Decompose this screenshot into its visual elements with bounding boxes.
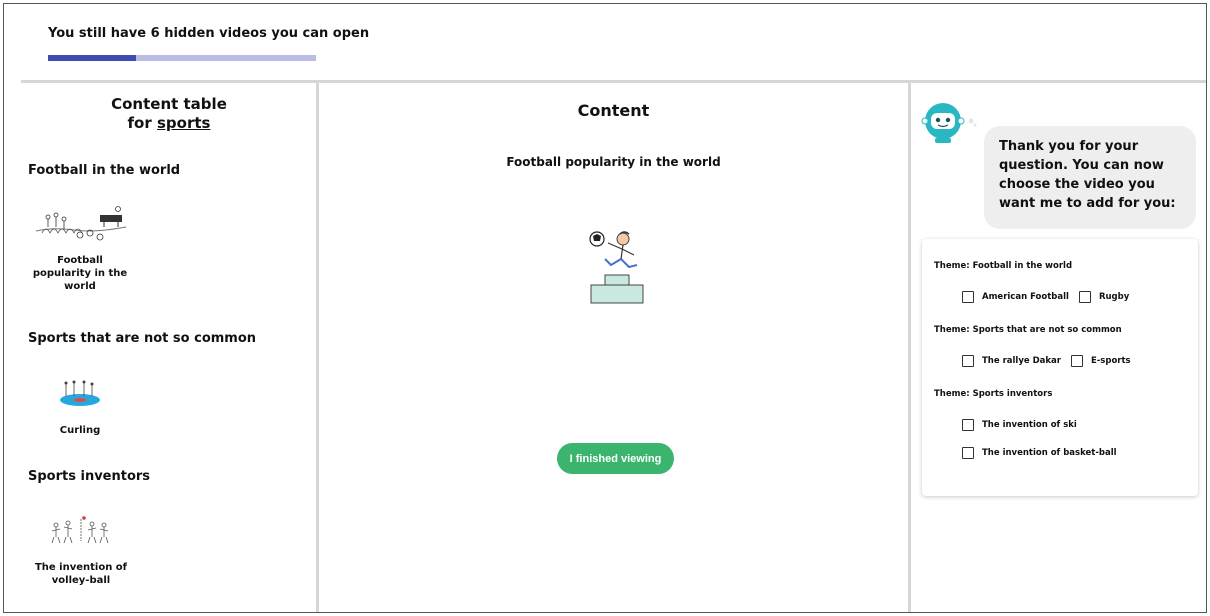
checkbox[interactable] xyxy=(1070,355,1083,367)
section-heading-sports-inventors: Sports inventors xyxy=(28,469,151,484)
toc-item-curling[interactable]: Curling xyxy=(30,424,130,437)
football-crowd-icon[interactable] xyxy=(34,203,128,249)
hidden-videos-counter: You still have 6 hidden videos you can o… xyxy=(48,26,370,41)
theme-label-uncommon-sports: Theme: Sports that are not so common xyxy=(934,325,1122,335)
progress-bar-fill xyxy=(48,55,137,61)
checkbox[interactable] xyxy=(1078,291,1091,303)
progress-bar xyxy=(48,55,316,61)
option-label: E-sports xyxy=(1090,356,1131,366)
section-heading-football: Football in the world xyxy=(28,163,181,178)
assistant-message: Thank you for your question. You can now… xyxy=(984,126,1196,229)
app-frame: You still have 6 hidden videos you can o… xyxy=(3,3,1207,613)
content-title: Content xyxy=(577,101,650,120)
checkbox[interactable] xyxy=(962,291,974,303)
option-invention-of-basketball[interactable]: The invention of basket-ball xyxy=(962,447,1117,459)
robot-icon xyxy=(921,101,977,153)
checkbox[interactable] xyxy=(962,355,974,367)
option-rugby[interactable]: Rugby xyxy=(1078,291,1130,303)
video-title: Football popularity in the world xyxy=(506,155,721,169)
football-podium-icon[interactable] xyxy=(587,229,647,313)
video-choice-card: Theme: Football in the world American Fo… xyxy=(922,239,1198,496)
option-label: The rallye Dakar xyxy=(982,356,1061,366)
content-panel: Content Football popularity in the world… xyxy=(319,83,908,612)
option-label: The invention of ski xyxy=(982,420,1077,430)
curling-icon[interactable] xyxy=(58,380,102,412)
assistant-panel: Thank you for your question. You can now… xyxy=(911,83,1206,612)
volleyball-players-icon[interactable] xyxy=(48,515,114,553)
option-american-football[interactable]: American Football xyxy=(962,291,1069,303)
theme-options-inventors-ski: The invention of ski xyxy=(962,419,1087,431)
option-label: Rugby xyxy=(1098,292,1130,302)
option-rallye-dakar[interactable]: The rallye Dakar xyxy=(962,355,1061,367)
option-e-sports[interactable]: E-sports xyxy=(1070,355,1131,367)
header: You still have 6 hidden videos you can o… xyxy=(4,4,1206,80)
option-label: The invention of basket-ball xyxy=(982,448,1117,458)
option-invention-of-ski[interactable]: The invention of ski xyxy=(962,419,1077,431)
toc-item-football-popularity[interactable]: Football popularity in the world xyxy=(30,254,130,293)
theme-options-inventors-basketball: The invention of basket-ball xyxy=(962,447,1127,459)
theme-options-uncommon-sports: The rallye Dakar E-sports xyxy=(962,355,1141,367)
finished-viewing-button[interactable]: I finished viewing xyxy=(557,443,674,474)
checkbox[interactable] xyxy=(962,447,974,459)
content-table-subject-link[interactable]: sports xyxy=(157,114,210,132)
content-table-title-for: for xyxy=(127,114,152,132)
theme-label-football: Theme: Football in the world xyxy=(934,261,1073,271)
content-table-panel: Content table for sports Football in the… xyxy=(22,83,316,612)
section-heading-uncommon-sports: Sports that are not so common xyxy=(28,331,257,346)
option-label: American Football xyxy=(982,292,1069,302)
toc-item-volleyball[interactable]: The invention of volley-ball xyxy=(26,561,136,587)
content-table-title: Content table for sports xyxy=(22,95,316,133)
checkbox[interactable] xyxy=(962,419,974,431)
theme-label-sports-inventors: Theme: Sports inventors xyxy=(934,389,1053,399)
theme-options-football: American Football Rugby xyxy=(962,291,1139,303)
content-table-title-text: Content table xyxy=(111,95,227,113)
